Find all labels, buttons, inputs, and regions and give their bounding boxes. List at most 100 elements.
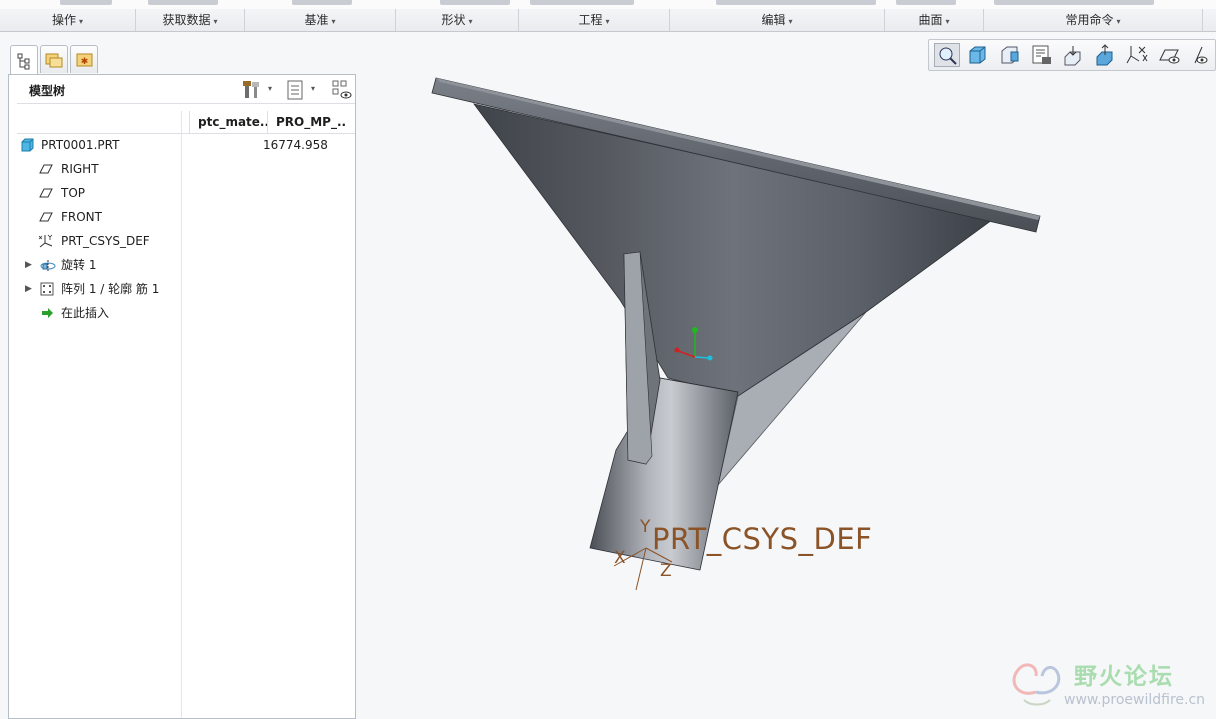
ribbon-button-partial[interactable] <box>60 0 112 5</box>
ribbon-group-common-commands[interactable]: 常用命令 ▾ <box>984 9 1203 31</box>
model-tree-panel: 模型树 ▾ ▾ ptc_mate... PRO_MP_... PRT0001.P… <box>8 74 356 719</box>
saved-orientation-icon[interactable] <box>1029 43 1055 67</box>
insert-here-arrow-icon <box>42 308 53 318</box>
ribbon-group-surfaces[interactable]: 曲面 ▾ <box>885 9 984 31</box>
ribbon-button-partial[interactable] <box>994 0 1154 5</box>
group-label-text: 工程 <box>578 13 603 27</box>
view-manager-icon[interactable] <box>1061 43 1087 67</box>
part-icon <box>21 138 34 152</box>
tree-item-label: RIGHT <box>61 162 99 176</box>
ribbon-button-partial[interactable] <box>530 0 634 5</box>
tree-item-revolve[interactable]: ▶ 旋转 1 <box>17 253 355 277</box>
csys-axis-x-label: X <box>614 548 626 568</box>
forum-watermark-logo <box>1012 663 1061 706</box>
chevron-down-icon: ▾ <box>1116 17 1121 26</box>
chevron-down-icon: ▾ <box>468 17 473 26</box>
datum-plane-icon <box>39 212 53 222</box>
mass-property-value: 16774.958 <box>263 138 328 152</box>
tree-item-datum-top[interactable]: TOP <box>17 181 355 205</box>
csys-axis-y-label: Y <box>640 517 651 537</box>
ribbon-group-engineering[interactable]: 工程 ▾ <box>519 9 670 31</box>
show-columns-icon[interactable] <box>285 79 307 101</box>
funnel-part-model[interactable] <box>358 32 1216 719</box>
tab-model-tree[interactable] <box>10 45 38 75</box>
tree-item-csys[interactable]: PRT_CSYS_DEF <box>17 229 355 253</box>
csys-datum-label[interactable]: PRT_CSYS_DEF <box>652 522 872 556</box>
tree-filter-visibility-icon[interactable] <box>331 79 353 101</box>
named-views-icon[interactable] <box>997 43 1023 67</box>
pattern-icon <box>40 282 54 296</box>
tree-item-datum-right[interactable]: RIGHT <box>17 157 355 181</box>
group-label-text: 获取数据 <box>162 13 211 27</box>
graphics-toolbar <box>928 39 1216 71</box>
group-label-text: 编辑 <box>761 13 786 27</box>
tree-item-part[interactable]: PRT0001.PRT 16774.958 <box>17 133 355 157</box>
ribbon-button-partial[interactable] <box>148 0 218 5</box>
x-axis-marker <box>674 347 680 353</box>
perspective-view-icon[interactable] <box>1093 43 1119 67</box>
column-header-pro-mp[interactable]: PRO_MP_... <box>267 111 347 133</box>
column-header-ptc-material[interactable]: ptc_mate... <box>189 111 267 133</box>
ribbon-group-bar: 操作 ▾ 获取数据 ▾ 基准 ▾ 形状 ▾ 工程 ▾ 编辑 ▾ 曲面 ▾ 常用命令 ▾ <box>0 9 1216 32</box>
model-tree-icon <box>17 53 30 70</box>
group-label-text: 操作 <box>51 13 76 27</box>
tree-settings-tools-icon[interactable] <box>241 79 263 101</box>
watermark-url-text: www.proewildfire.cn <box>1064 692 1206 708</box>
tree-item-insert-here[interactable]: 在此插入 <box>17 301 355 325</box>
chevron-down-icon: ▾ <box>331 17 336 26</box>
chevron-down-icon: ▾ <box>788 17 793 26</box>
chevron-down-icon: ▾ <box>945 17 950 26</box>
model-tree-title: 模型树 <box>29 84 66 98</box>
tree-column-header: ptc_mate... PRO_MP_... <box>17 111 355 134</box>
chevron-down-icon: ▾ <box>605 17 610 26</box>
chevron-down-icon: ▾ <box>213 17 218 26</box>
annotation-display-icon[interactable] <box>1187 43 1213 67</box>
y-axis-marker <box>692 327 698 333</box>
divider <box>17 103 355 104</box>
svg-text:✱: ✱ <box>81 57 89 67</box>
z-axis-marker <box>707 355 713 361</box>
chevron-down-icon[interactable]: ▾ <box>311 84 315 93</box>
favorites-folder-icon: ✱ <box>76 53 93 67</box>
ribbon-button-partial[interactable] <box>896 0 956 5</box>
tree-item-datum-front[interactable]: FRONT <box>17 205 355 229</box>
chevron-down-icon[interactable]: ▾ <box>268 84 272 93</box>
tree-item-label: TOP <box>61 186 86 200</box>
datum-plane-icon <box>39 164 53 174</box>
datum-plane-icon <box>39 188 53 198</box>
group-label-text: 曲面 <box>918 13 943 27</box>
csys-axis-z-label: Z <box>660 561 672 581</box>
tree-item-label: PRT0001.PRT <box>41 138 120 152</box>
z-axis-line <box>694 356 710 359</box>
group-label-text: 基准 <box>304 13 329 27</box>
tree-item-label: 在此插入 <box>61 306 110 320</box>
tree-item-pattern[interactable]: ▶ 阵列 1 / 轮廓 筋 1 <box>17 277 355 301</box>
csys-icon <box>38 234 53 248</box>
tree-item-label: 阵列 1 / 轮廓 筋 1 <box>61 282 160 296</box>
refit-zoom-icon[interactable] <box>934 43 960 67</box>
tab-folder-browser[interactable] <box>40 45 68 73</box>
tree-item-label: PRT_CSYS_DEF <box>61 234 150 248</box>
expand-arrow-icon[interactable]: ▶ <box>25 277 32 301</box>
ribbon-group-editing[interactable]: 编辑 ▾ <box>670 9 885 31</box>
revolve-icon <box>40 260 56 272</box>
ribbon-button-partial[interactable] <box>292 0 352 5</box>
expand-arrow-icon[interactable]: ▶ <box>25 253 32 277</box>
ribbon-group-shapes[interactable]: 形状 ▾ <box>396 9 519 31</box>
ribbon-button-partial[interactable] <box>716 0 876 5</box>
datum-plane-display-icon[interactable] <box>1157 43 1183 67</box>
ribbon-group-get-data[interactable]: 获取数据 ▾ <box>136 9 245 31</box>
tree-item-label: FRONT <box>61 210 102 224</box>
ribbon-group-operations[interactable]: 操作 ▾ <box>0 9 136 31</box>
tree-item-label: 旋转 1 <box>61 258 97 272</box>
chevron-down-icon: ▾ <box>79 17 84 26</box>
folder-icon <box>45 53 63 68</box>
ribbon-button-partial[interactable] <box>440 0 510 5</box>
datum-display-filter-icon[interactable] <box>1125 43 1151 67</box>
group-label-text: 形状 <box>441 13 466 27</box>
group-label-text: 常用命令 <box>1065 13 1114 27</box>
shaded-view-icon[interactable] <box>965 43 991 67</box>
watermark-brand-text: 野火论坛 <box>1074 664 1174 690</box>
ribbon-group-datum[interactable]: 基准 ▾ <box>245 9 396 31</box>
tab-favorites[interactable]: ✱ <box>70 45 98 73</box>
